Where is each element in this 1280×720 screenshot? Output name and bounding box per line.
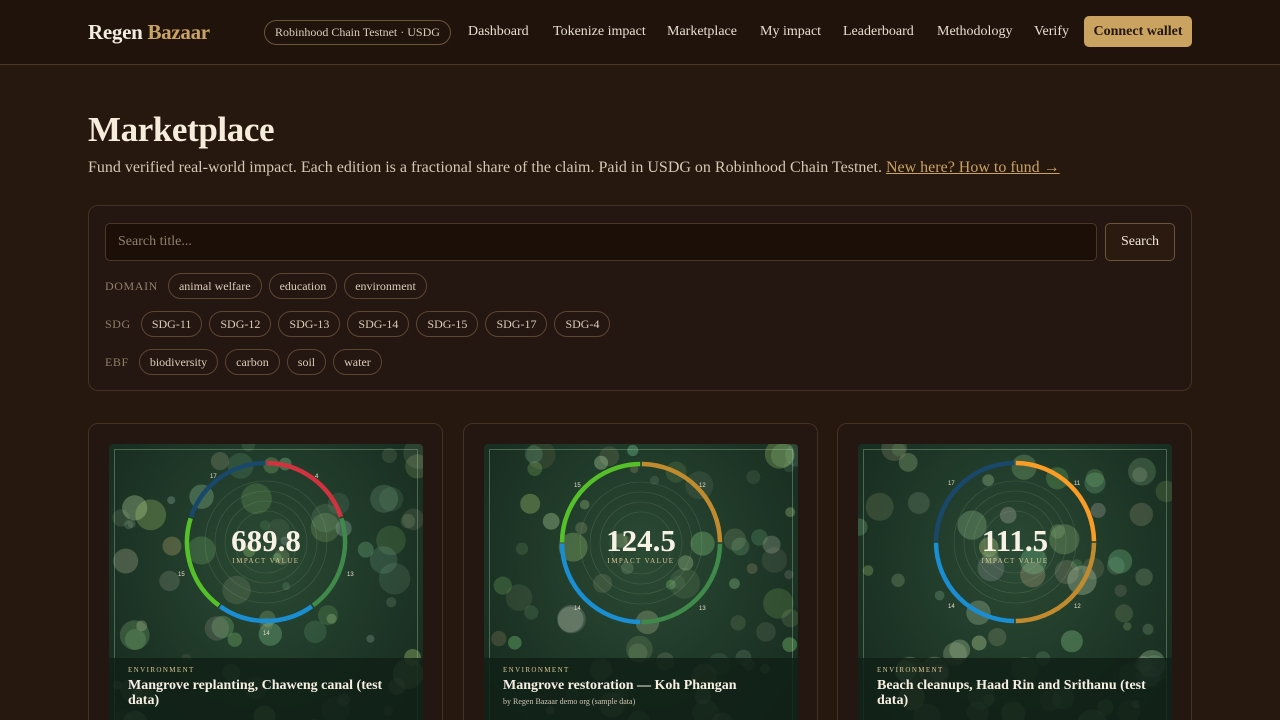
impact-artwork[interactable]: 689.8 IMPACT VALUE 17 4 13 14 15 ENVIRON… bbox=[109, 444, 423, 720]
sdg-tick-label: 15 bbox=[574, 483, 581, 489]
how-to-fund-link[interactable]: New here? How to fund → bbox=[886, 159, 1060, 176]
filter-label-domain: DOMAIN bbox=[105, 278, 158, 293]
card-byline: by Regen Bazaar demo org (sample data) bbox=[503, 697, 636, 706]
chip-carbon[interactable]: carbon bbox=[225, 349, 280, 375]
chip-animal-welfare[interactable]: animal welfare bbox=[167, 273, 262, 299]
chip-water[interactable]: water bbox=[333, 349, 382, 375]
impact-artwork[interactable]: 111.5 IMPACT VALUE 17 11 12 14 ENVIRONME… bbox=[858, 444, 1172, 720]
chip-sdg-14[interactable]: SDG-14 bbox=[347, 311, 410, 337]
impact-value-label: IMPACT VALUE bbox=[981, 557, 1049, 565]
sdg-tick-label: 12 bbox=[699, 483, 706, 489]
chip-sdg-17[interactable]: SDG-17 bbox=[485, 311, 548, 337]
filter-label-ebf: EBF bbox=[105, 354, 129, 369]
sdg-ring-segment bbox=[266, 460, 344, 518]
listing-card[interactable]: 124.5 IMPACT VALUE 15 12 13 14 ENVIRONME… bbox=[463, 423, 818, 720]
sdg-tick-label: 13 bbox=[347, 572, 354, 578]
logo-main-text: Regen bbox=[88, 20, 143, 44]
chip-sdg-4[interactable]: SDG-4 bbox=[554, 311, 611, 337]
listing-card[interactable]: 689.8 IMPACT VALUE 17 4 13 14 15 ENVIRON… bbox=[88, 423, 443, 720]
nav-verify[interactable]: Verify bbox=[1034, 24, 1069, 40]
sdg-tick-label: 14 bbox=[263, 631, 270, 637]
impact-value: 111.5 bbox=[981, 523, 1049, 558]
impact-value: 124.5 bbox=[606, 523, 676, 558]
filter-row-sdg: SDG SDG-11 SDG-12 SDG-13 SDG-14 SDG-15 S… bbox=[105, 311, 617, 337]
page-subtitle-text: Fund verified real-world impact. Each ed… bbox=[88, 159, 882, 176]
sdg-tick-label: 12 bbox=[1074, 604, 1081, 610]
network-badge[interactable]: Robinhood Chain Testnet · USDG bbox=[264, 20, 451, 45]
page-subtitle: Fund verified real-world impact. Each ed… bbox=[88, 159, 1060, 177]
chip-sdg-13[interactable]: SDG-13 bbox=[278, 311, 341, 337]
chip-biodiversity[interactable]: biodiversity bbox=[138, 349, 219, 375]
card-title[interactable]: Mangrove restoration — Koh Phangan bbox=[503, 678, 779, 693]
sdg-tick-label: 17 bbox=[948, 481, 955, 487]
sdg-tick-label: 13 bbox=[699, 606, 706, 612]
search-button[interactable]: Search bbox=[1105, 223, 1175, 261]
card-caption: ENVIRONMENT Mangrove replanting, Chaweng… bbox=[109, 658, 423, 720]
sdg-tick-label: 14 bbox=[948, 604, 955, 610]
chip-sdg-11[interactable]: SDG-11 bbox=[140, 311, 203, 337]
chip-sdg-15[interactable]: SDG-15 bbox=[416, 311, 479, 337]
filter-label-sdg: SDG bbox=[105, 316, 131, 331]
filter-row-ebf: EBF biodiversity carbon soil water bbox=[105, 349, 389, 375]
sdg-tick-label: 14 bbox=[574, 606, 581, 612]
sdg-ring-segment bbox=[218, 604, 314, 624]
chip-environment[interactable]: environment bbox=[344, 273, 427, 299]
card-title[interactable]: Mangrove replanting, Chaweng canal (test… bbox=[128, 678, 404, 708]
chip-education[interactable]: education bbox=[268, 273, 338, 299]
chip-soil[interactable]: soil bbox=[286, 349, 327, 375]
sdg-tick-label: 15 bbox=[178, 572, 185, 578]
card-caption: ENVIRONMENT Mangrove restoration — Koh P… bbox=[484, 658, 798, 720]
impact-value-label: IMPACT VALUE bbox=[607, 557, 675, 565]
card-title[interactable]: Beach cleanups, Haad Rin and Srithanu (t… bbox=[877, 678, 1153, 708]
sdg-tick-label: 17 bbox=[210, 474, 217, 480]
filter-row-domain: DOMAIN animal welfare education environm… bbox=[105, 273, 434, 299]
card-domain: ENVIRONMENT bbox=[128, 666, 195, 674]
sdg-ring-segment bbox=[188, 460, 266, 518]
card-domain: ENVIRONMENT bbox=[503, 666, 570, 674]
card-caption: ENVIRONMENT Beach cleanups, Haad Rin and… bbox=[858, 658, 1172, 720]
impact-value-label: IMPACT VALUE bbox=[232, 557, 300, 565]
nav-my-impact[interactable]: My impact bbox=[760, 24, 821, 40]
sdg-tick-label: 11 bbox=[1074, 481, 1081, 487]
impact-artwork[interactable]: 124.5 IMPACT VALUE 15 12 13 14 ENVIRONME… bbox=[484, 444, 798, 720]
nav-marketplace[interactable]: Marketplace bbox=[667, 24, 737, 40]
chip-sdg-12[interactable]: SDG-12 bbox=[209, 311, 272, 337]
top-navigation-bar: Regen Bazaar Robinhood Chain Testnet · U… bbox=[0, 0, 1280, 65]
logo[interactable]: Regen Bazaar bbox=[88, 20, 210, 45]
page-title: Marketplace bbox=[88, 110, 275, 149]
search-input[interactable] bbox=[105, 223, 1097, 261]
logo-accent-text: Bazaar bbox=[147, 20, 210, 44]
nav-leaderboard[interactable]: Leaderboard bbox=[843, 24, 914, 40]
connect-wallet-button[interactable]: Connect wallet bbox=[1084, 16, 1192, 47]
sdg-tick-label: 4 bbox=[315, 474, 319, 480]
card-domain: ENVIRONMENT bbox=[877, 666, 944, 674]
filter-panel: Search DOMAIN animal welfare education e… bbox=[88, 205, 1192, 391]
nav-dashboard[interactable]: Dashboard bbox=[468, 24, 529, 40]
listing-card[interactable]: 111.5 IMPACT VALUE 17 11 12 14 ENVIRONME… bbox=[837, 423, 1192, 720]
nav-tokenize-impact[interactable]: Tokenize impact bbox=[553, 24, 646, 40]
impact-value: 689.8 bbox=[231, 523, 301, 558]
nav-methodology[interactable]: Methodology bbox=[937, 24, 1012, 40]
